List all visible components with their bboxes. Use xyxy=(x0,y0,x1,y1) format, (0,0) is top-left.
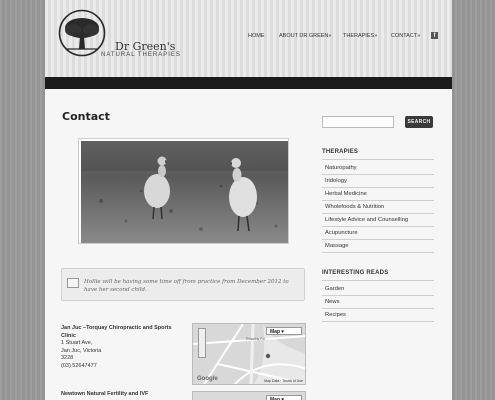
ducks-photo xyxy=(78,138,289,244)
notice-icon xyxy=(67,278,79,288)
header: Dr Green's NATURAL THERAPIES HOME ABOUT … xyxy=(45,0,452,77)
divider xyxy=(322,226,434,227)
nav-item-contact[interactable]: CONTACT» xyxy=(391,33,420,39)
sidebar-item-massage[interactable]: Massage xyxy=(325,243,349,249)
divider xyxy=(322,239,434,240)
divider xyxy=(322,280,434,281)
sidebar-heading-therapies: THERAPIES xyxy=(322,149,359,155)
sidebar-item-recipes[interactable]: Recipes xyxy=(325,312,346,318)
divider xyxy=(322,321,434,322)
map-marker-icon[interactable] xyxy=(265,353,271,359)
clinic-card: Jan Juc –Torquay Chiropractic and Sports… xyxy=(61,325,186,370)
clinic-name: Jan Juc –Torquay Chiropractic and Sports… xyxy=(61,325,172,339)
clinic-postcode: 3228 xyxy=(61,355,74,361)
sidebar-item-acupuncture[interactable]: Acupuncture xyxy=(325,230,358,236)
clinic-name: Newtown Natural Fertility and IVF xyxy=(61,391,149,397)
sidebar-item-lifestyle[interactable]: Lifestyle Advice and Counselling xyxy=(325,217,408,223)
divider xyxy=(322,174,434,175)
sidebar-heading-reads: INTERESTING READS xyxy=(322,270,389,276)
divider xyxy=(322,213,434,214)
search-button[interactable]: SEARCH xyxy=(405,116,433,128)
notice-box: Hollie will be having some time off from… xyxy=(61,268,305,301)
site-tagline: NATURAL THERAPIES xyxy=(101,52,181,58)
map-type-button[interactable]: Map ▾ xyxy=(266,395,302,400)
divider xyxy=(322,308,434,309)
nav-item-about[interactable]: ABOUT DR GREEN» xyxy=(279,33,331,39)
chevron-down-icon: » xyxy=(417,33,421,39)
sidebar-item-iridology[interactable]: Iridology xyxy=(325,178,347,184)
divider xyxy=(322,200,434,201)
chevron-down-icon: » xyxy=(374,33,378,39)
chevron-down-icon: ▾ xyxy=(281,329,284,335)
page-title: Contact xyxy=(62,110,110,123)
divider xyxy=(322,295,434,296)
sidebar-item-naturopathy[interactable]: Naturopathy xyxy=(325,165,357,171)
facebook-icon[interactable]: f xyxy=(431,32,438,39)
nav-item-home[interactable]: HOME xyxy=(248,33,265,39)
sidebar-item-wholefoods[interactable]: Wholefoods & Nutrition xyxy=(325,204,384,210)
nav-item-contact-label: CONTACT xyxy=(391,33,418,39)
clinic-phone: (03) 52647477 xyxy=(61,362,97,369)
google-logo: Google xyxy=(197,376,218,382)
ducks-image xyxy=(81,141,288,243)
nav-item-therapies[interactable]: THERAPIES» xyxy=(343,33,377,39)
header-dark-bar xyxy=(45,77,452,89)
map-zoom-control[interactable] xyxy=(198,328,206,358)
divider xyxy=(322,187,434,188)
clinic-address-line1: 1 Stuart Ave, xyxy=(61,340,93,346)
divider xyxy=(322,252,434,253)
clinic-address-line2: Jan Juc, Victoria xyxy=(61,347,102,354)
sidebar-item-garden[interactable]: Garden xyxy=(325,286,344,292)
clinic-map[interactable]: Ewanbly Rd Map ▾ Google Map Data · Terms… xyxy=(192,323,306,385)
search-input[interactable] xyxy=(322,116,394,128)
map-footer-links[interactable]: Map Data · Terms of Use xyxy=(264,379,303,383)
map-type-button[interactable]: Map ▾ xyxy=(266,327,302,335)
map-type-label: Map xyxy=(270,329,280,335)
divider xyxy=(322,159,434,160)
sidebar-item-herbal-medicine[interactable]: Herbal Medicine xyxy=(325,191,367,197)
clinic-card: Newtown Natural Fertility and IVF xyxy=(61,391,186,399)
notice-text: Hollie will be having some time off from… xyxy=(84,279,289,293)
nav-item-about-label: ABOUT DR GREEN xyxy=(279,33,329,39)
map-street-label: Ewanbly Rd xyxy=(246,337,265,341)
chevron-down-icon: » xyxy=(328,33,332,39)
main-nav: HOME ABOUT DR GREEN» THERAPIES» CONTACT» xyxy=(45,33,452,43)
page: Dr Green's NATURAL THERAPIES HOME ABOUT … xyxy=(45,0,452,400)
clinic-map-2[interactable]: Map ▾ xyxy=(192,391,306,400)
sidebar-item-news[interactable]: News xyxy=(325,299,340,305)
nav-item-therapies-label: THERAPIES xyxy=(343,33,375,39)
